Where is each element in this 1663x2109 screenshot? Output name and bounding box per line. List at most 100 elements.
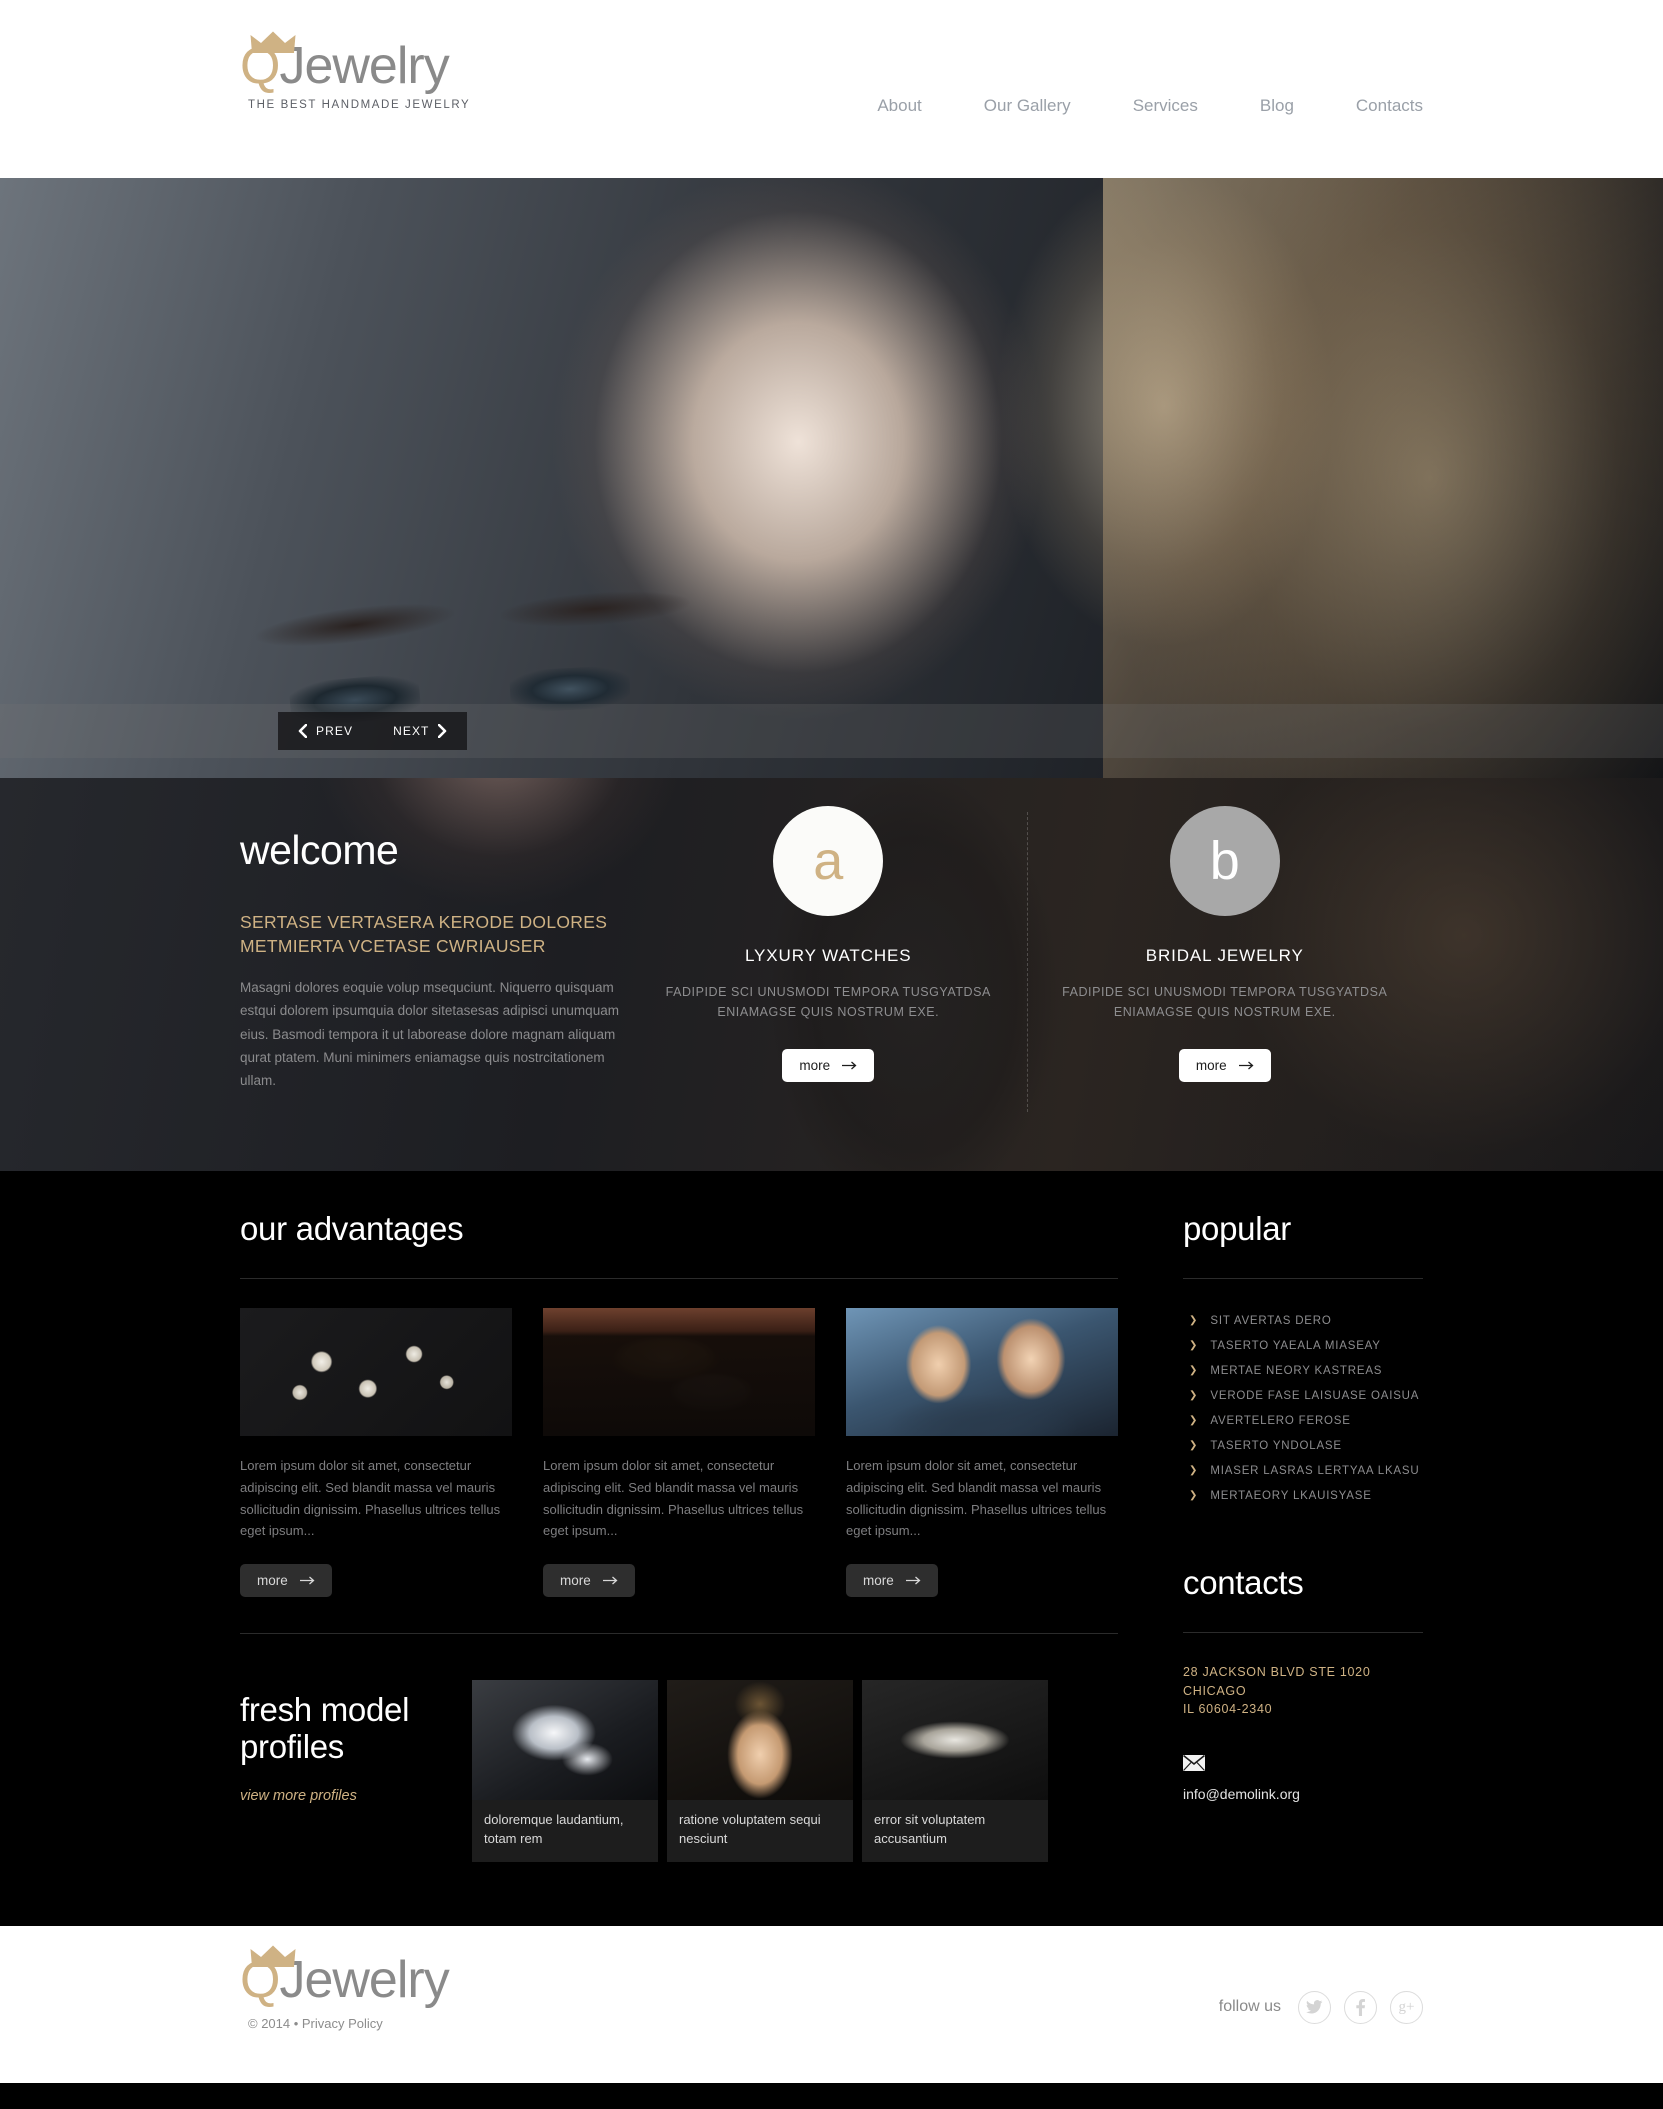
fresh-title-line2: profiles (240, 1728, 344, 1766)
chevron-right-icon: ❯ (1189, 1314, 1198, 1326)
welcome-body-text: Masagni dolores eoquie volup msequciunt.… (240, 980, 619, 1089)
slider-prev-button[interactable]: PREV (278, 712, 373, 750)
chevron-right-icon: ❯ (1189, 1339, 1198, 1351)
crown-icon (250, 31, 296, 53)
slider-next-label: NEXT (393, 724, 430, 738)
content-column: our advantages Lorem ipsum dolor sit ame… (240, 1171, 1118, 1862)
advantage-more-label: more (560, 1573, 591, 1589)
fresh-profiles-heading-block: fresh model profiles view more profiles (240, 1680, 472, 1862)
slider-next-button[interactable]: NEXT (373, 712, 467, 750)
popular-list-item[interactable]: ❯ VERODE FASE LAISUASE OAISUA (1183, 1384, 1423, 1409)
popular-item-link[interactable]: MERTAEORY LKAUISYASE (1210, 1490, 1371, 1502)
main-content: our advantages Lorem ipsum dolor sit ame… (0, 1171, 1663, 1926)
hero-model-photo (0, 178, 1663, 778)
profile-item[interactable]: doloremque laudantium, totam rem (472, 1680, 658, 1862)
couple-gift-photo[interactable] (846, 1307, 1118, 1436)
chevron-right-icon: ❯ (1189, 1464, 1198, 1476)
popular-item-link[interactable]: TASERTO YAEALA MIASEAY (1210, 1340, 1380, 1352)
address-line-3: IL 60604-2340 (1183, 1702, 1273, 1717)
advantage-card: Lorem ipsum dolor sit amet, consectetur … (543, 1307, 815, 1598)
site-footer: QJewelry © 2014 • Privacy Policy follow … (0, 1925, 1663, 2083)
advantage-card-text: Lorem ipsum dolor sit amet, consectetur … (543, 1457, 804, 1539)
popular-list-item[interactable]: ❯ TASERTO YAEALA MIASEAY (1183, 1334, 1423, 1359)
view-more-profiles-link[interactable]: view more profiles (240, 1788, 357, 1804)
chevron-right-icon: ❯ (1189, 1489, 1198, 1501)
hero-detail-hair (1103, 178, 1663, 778)
service-more-label: more (1195, 1057, 1227, 1073)
sidebar: popular ❯ SIT AVERTAS DERO ❯ TASERTO YAE… (1182, 1171, 1423, 1862)
popular-list-item[interactable]: ❯ TASERTO YNDOLASE (1183, 1434, 1423, 1459)
popular-list-item[interactable]: ❯ SIT AVERTAS DERO (1183, 1309, 1423, 1334)
chevron-right-icon: ❯ (1189, 1414, 1198, 1426)
fresh-profiles-section: fresh model profiles view more profiles … (240, 1680, 1118, 1862)
nav-item-blog[interactable]: Blog (1260, 96, 1294, 116)
contacts-section-title: contacts (1183, 1563, 1304, 1601)
advantage-more-button[interactable]: more (846, 1564, 938, 1598)
arrow-right-icon (299, 1576, 315, 1585)
footer-logo[interactable]: QJewelry © 2014 • Privacy Policy (240, 1945, 450, 2031)
popular-item-link[interactable]: SIT AVERTAS DERO (1210, 1315, 1331, 1327)
welcome-section: welcome SERTASE VERTASERA KERODE DOLORES… (0, 778, 1663, 1171)
hero-detail-brow-right (499, 586, 691, 632)
chevron-left-icon (298, 724, 307, 738)
profile-item[interactable]: ratione voluptatem sequi nesciunt (667, 1680, 853, 1862)
service-more-label: more (799, 1057, 831, 1073)
advantage-more-button[interactable]: more (240, 1564, 332, 1598)
popular-item-link[interactable]: MERTAE NEORY KASTREAS (1210, 1365, 1382, 1377)
popular-list-item[interactable]: ❯ MERTAEORY LKAUISYASE (1183, 1484, 1423, 1509)
divider (1183, 1277, 1423, 1279)
popular-list-item[interactable]: ❯ MERTAE NEORY KASTREAS (1183, 1359, 1423, 1384)
nav-item-contacts[interactable]: Contacts (1356, 96, 1423, 116)
pearl-necklace-photo[interactable] (240, 1307, 512, 1436)
divider (1183, 1631, 1423, 1633)
advantage-card-text: Lorem ipsum dolor sit amet, consectetur … (240, 1457, 501, 1539)
contact-email-link[interactable]: info@demolink.org (1183, 1786, 1300, 1802)
model-necklace-photo (667, 1680, 853, 1801)
service-more-button-bridal-jewelry[interactable]: more (1178, 1048, 1271, 1082)
divider (240, 1277, 1118, 1279)
popular-list-item[interactable]: ❯ MIASER LASRAS LERTYAA LKASU (1183, 1459, 1423, 1484)
facebook-icon[interactable] (1344, 1990, 1377, 2024)
popular-section-title: popular (1183, 1210, 1291, 1247)
nav-item-about[interactable]: About (877, 96, 921, 116)
follow-us-block: follow us g+ (1219, 1990, 1423, 2024)
chevron-right-icon: ❯ (1189, 1389, 1198, 1401)
divider (240, 1633, 1118, 1635)
crown-icon (250, 1945, 296, 1967)
welcome-subtitle: SERTASE VERTASERA KERODE DOLORES METMIER… (240, 912, 608, 956)
advantage-more-label: more (257, 1573, 288, 1589)
twitter-icon[interactable] (1298, 1990, 1331, 2024)
advantage-card: Lorem ipsum dolor sit amet, consectetur … (846, 1307, 1118, 1598)
service-letter-badge-b: b (1169, 806, 1280, 916)
arrow-right-icon (1238, 1061, 1254, 1069)
nav-item-services[interactable]: Services (1133, 96, 1198, 116)
popular-item-link[interactable]: AVERTELERO FEROSE (1210, 1415, 1350, 1427)
header-logo[interactable]: QJewelry THE BEST HANDMADE JEWELRY (240, 31, 471, 111)
logo-tagline: THE BEST HANDMADE JEWELRY (248, 99, 471, 111)
slider-caption-strip (0, 704, 1663, 758)
popular-list: ❯ SIT AVERTAS DERO ❯ TASERTO YAEALA MIAS… (1183, 1309, 1423, 1509)
popular-item-link[interactable]: TASERTO YNDOLASE (1210, 1440, 1341, 1452)
popular-list-item[interactable]: ❯ AVERTELERO FEROSE (1183, 1409, 1423, 1434)
slider-prev-label: PREV (316, 724, 354, 738)
popular-item-link[interactable]: VERODE FASE LAISUASE OAISUA (1210, 1390, 1419, 1402)
advantage-more-label: more (863, 1573, 894, 1589)
fresh-profiles-title: fresh model profiles (240, 1691, 472, 1766)
popular-item-link[interactable]: MIASER LASRAS LERTYAA LKASU (1210, 1465, 1419, 1477)
profile-caption: error sit voluptatem accusantium (862, 1800, 1048, 1862)
privacy-policy-link[interactable]: © 2014 • Privacy Policy (248, 2016, 383, 2031)
advantage-more-button[interactable]: more (543, 1564, 635, 1598)
welcome-title: welcome (240, 827, 399, 873)
nav-item-our-gallery[interactable]: Our Gallery (984, 96, 1071, 116)
google-plus-icon[interactable]: g+ (1390, 1990, 1423, 2024)
jewelry-box-photo[interactable] (543, 1307, 815, 1436)
service-more-button-luxury-watches[interactable]: more (782, 1048, 875, 1082)
google-plus-glyph: g+ (1398, 1998, 1415, 2015)
advantage-card: Lorem ipsum dolor sit amet, consectetur … (240, 1307, 512, 1598)
arrow-right-icon (602, 1576, 618, 1585)
site-header: QJewelry THE BEST HANDMADE JEWELRY About… (0, 0, 1663, 178)
address-line-2: CHICAGO (1183, 1683, 1247, 1698)
diamond-ring-photo (472, 1680, 658, 1801)
envelope-icon (1182, 1755, 1423, 1776)
profile-item[interactable]: error sit voluptatem accusantium (862, 1680, 1048, 1862)
